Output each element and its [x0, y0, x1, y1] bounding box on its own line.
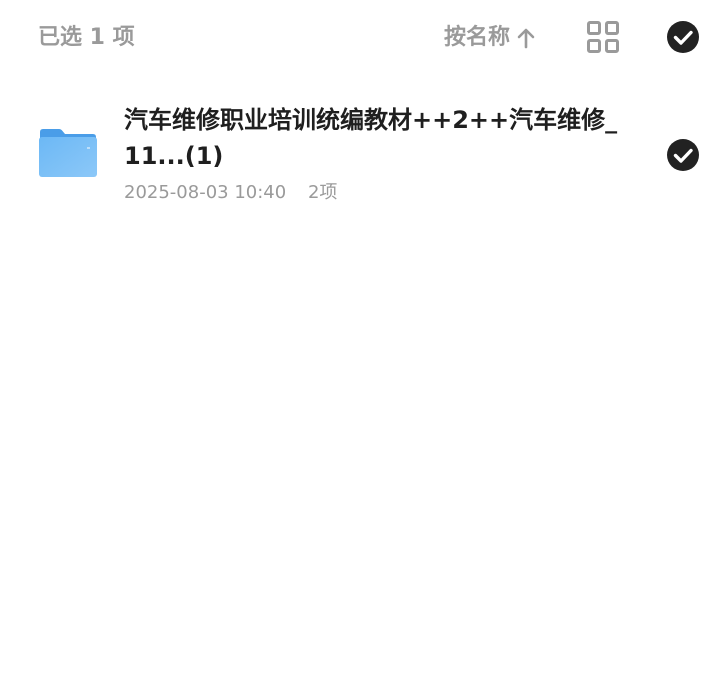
- file-list-item[interactable]: 汽车维修职业培训统编教材++2++汽车维修_11...(1) 2025-08-0…: [0, 94, 714, 218]
- sort-by-name-button[interactable]: 按名称: [444, 22, 536, 54]
- folder-icon: [39, 129, 97, 177]
- file-name: 汽车维修职业培训统编教材++2++汽车维修_11...(1): [124, 106, 618, 170]
- arrow-up-icon: [517, 28, 535, 49]
- selection-header: 已选 1 项 按名称: [0, 0, 714, 76]
- sort-label: 按名称: [444, 25, 511, 50]
- file-date: 2025-08-03 10:40: [124, 182, 287, 203]
- file-item-count: 2项: [307, 182, 338, 203]
- file-meta: 2025-08-03 10:40 2项: [124, 180, 337, 206]
- selected-count-label: 已选 1 项: [38, 25, 135, 50]
- row-selected-check-icon[interactable]: [666, 138, 700, 172]
- select-all-check-icon[interactable]: [666, 20, 700, 54]
- grid-view-icon[interactable]: [586, 20, 620, 54]
